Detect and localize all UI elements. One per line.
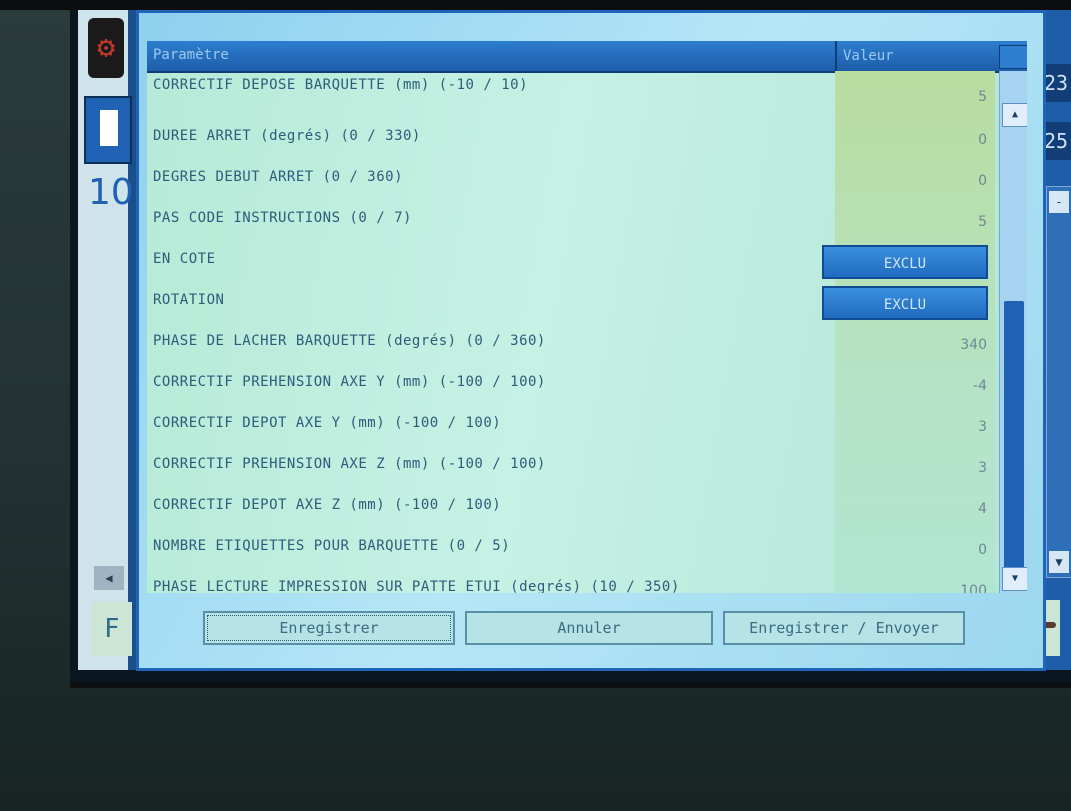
toggle-rotation[interactable]: EXCLU — [822, 286, 988, 320]
table-row[interactable]: CORRECTIF DEPOT AXE Y (mm) (-100 / 100) … — [147, 409, 997, 450]
row-value[interactable]: 5 — [978, 214, 987, 230]
table-row[interactable]: EN COTE EXCLU — [147, 245, 997, 286]
row-label: CORRECTIF DEPOSE BARQUETTE (mm) (-10 / 1… — [153, 77, 529, 93]
row-value[interactable]: 340 — [960, 337, 987, 353]
row-value[interactable]: 4 — [978, 501, 987, 517]
background-right-value-1: 23 — [1044, 64, 1071, 102]
cancel-button[interactable]: Annuler — [465, 611, 713, 645]
parameters-grid: Paramètre Valeur CORRECTIF DEPOSE BARQUE… — [147, 41, 1027, 593]
row-label: PHASE LECTURE IMPRESSION SUR PATTE ETUI … — [153, 579, 680, 593]
background-status-box — [84, 96, 132, 164]
gear-logo-icon: ⚙ — [88, 18, 124, 78]
table-row[interactable]: DEGRES DEBUT ARRET (0 / 360) 0 — [147, 163, 997, 204]
table-row[interactable]: PHASE DE LACHER BARQUETTE (degrés) (0 / … — [147, 327, 997, 368]
parameters-dialog: Paramètre Valeur CORRECTIF DEPOSE BARQUE… — [136, 10, 1046, 671]
table-row[interactable]: CORRECTIF PREHENSION AXE Y (mm) (-100 / … — [147, 368, 997, 409]
row-label: NOMBRE ETIQUETTES POUR BARQUETTE (0 / 5) — [153, 538, 511, 554]
grid-header: Paramètre Valeur — [147, 41, 1027, 73]
row-label: CORRECTIF DEPOT AXE Z (mm) (-100 / 100) — [153, 497, 502, 513]
row-label: ROTATION — [153, 292, 225, 308]
background-f-button[interactable]: F — [92, 602, 132, 656]
arrow-left-icon[interactable]: ◀ — [94, 566, 124, 590]
table-row[interactable]: CORRECTIF DEPOT AXE Z (mm) (-100 / 100) … — [147, 491, 997, 532]
table-row[interactable]: PAS CODE INSTRUCTIONS (0 / 7) 5 — [147, 204, 997, 245]
row-value[interactable]: 5 — [978, 89, 987, 105]
background-right-scrollbar[interactable]: - ▼ — [1046, 186, 1071, 578]
row-label: CORRECTIF PREHENSION AXE Y (mm) (-100 / … — [153, 374, 546, 390]
row-label: CORRECTIF PREHENSION AXE Z (mm) (-100 / … — [153, 456, 546, 472]
row-value[interactable]: 0 — [978, 542, 987, 558]
arrow-down-icon[interactable]: ▼ — [1049, 551, 1069, 573]
table-row[interactable]: PHASE LECTURE IMPRESSION SUR PATTE ETUI … — [147, 573, 997, 593]
table-row[interactable]: DUREE ARRET (degrés) (0 / 330) 0 — [147, 122, 997, 163]
row-value[interactable]: 0 — [978, 173, 987, 189]
parameter-rows: CORRECTIF DEPOSE BARQUETTE (mm) (-10 / 1… — [147, 77, 997, 593]
row-value[interactable]: 3 — [978, 419, 987, 435]
row-label: EN COTE — [153, 251, 216, 267]
header-corner — [999, 45, 1027, 69]
arrow-up-icon[interactable]: - — [1049, 191, 1069, 213]
table-row[interactable]: CORRECTIF DEPOSE BARQUETTE (mm) (-10 / 1… — [147, 77, 997, 122]
header-parametre: Paramètre — [153, 47, 229, 63]
row-value[interactable]: 0 — [978, 132, 987, 148]
background-right-value-2: 25 — [1044, 122, 1071, 160]
background-counter: 10 — [88, 172, 134, 213]
row-value[interactable]: 100 — [960, 583, 987, 593]
scrollbar-thumb[interactable] — [1004, 301, 1024, 571]
grid-scrollbar[interactable]: ▲ ▼ — [999, 71, 1027, 593]
row-label: PHASE DE LACHER BARQUETTE (degrés) (0 / … — [153, 333, 546, 349]
toggle-en-cote[interactable]: EXCLU — [822, 245, 988, 279]
table-row[interactable]: ROTATION EXCLU — [147, 286, 997, 327]
arrow-down-icon[interactable]: ▼ — [1002, 567, 1027, 591]
row-value[interactable]: -4 — [973, 378, 987, 394]
table-row[interactable]: CORRECTIF PREHENSION AXE Z (mm) (-100 / … — [147, 450, 997, 491]
row-label: CORRECTIF DEPOT AXE Y (mm) (-100 / 100) — [153, 415, 502, 431]
save-button[interactable]: Enregistrer — [203, 611, 455, 645]
row-label: DUREE ARRET (degrés) (0 / 330) — [153, 128, 421, 144]
monitor-top-edge — [0, 0, 1071, 10]
table-row[interactable]: NOMBRE ETIQUETTES POUR BARQUETTE (0 / 5)… — [147, 532, 997, 573]
arrow-up-icon[interactable]: ▲ — [1002, 103, 1027, 127]
save-send-button[interactable]: Enregistrer / Envoyer — [723, 611, 965, 645]
header-valeur: Valeur — [835, 41, 995, 71]
row-label: DEGRES DEBUT ARRET (0 / 360) — [153, 169, 404, 185]
row-label: PAS CODE INSTRUCTIONS (0 / 7) — [153, 210, 412, 226]
row-value[interactable]: 3 — [978, 460, 987, 476]
